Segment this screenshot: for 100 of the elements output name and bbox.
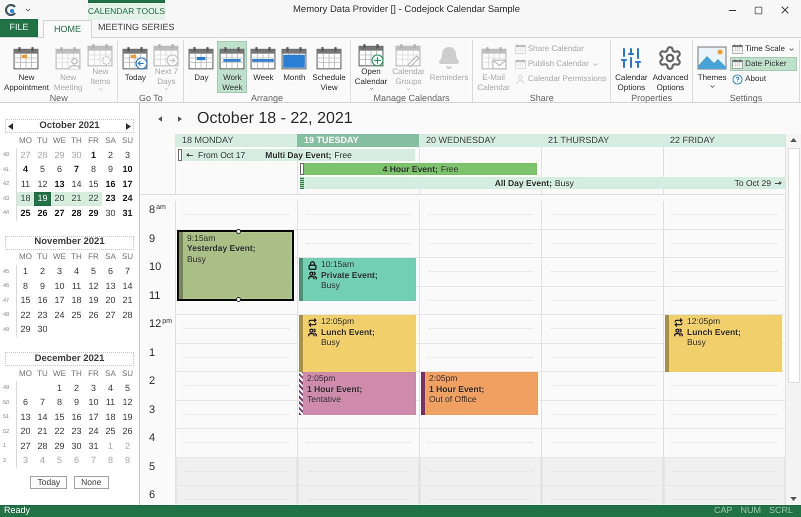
date-cell[interactable]: 9 (102, 162, 119, 177)
previous-icon[interactable] (158, 116, 162, 122)
date-cell[interactable]: 23 (102, 192, 119, 206)
date-cell[interactable]: 12 (34, 177, 51, 192)
date-cell[interactable]: 14 (34, 410, 51, 424)
ribbon-button[interactable]: Open Calendar (352, 41, 390, 93)
date-cell[interactable]: 19 (85, 294, 102, 308)
next-month-icon[interactable] (126, 122, 131, 130)
close-icon[interactable] (779, 4, 791, 16)
resize-handle[interactable] (236, 296, 240, 302)
date-cell[interactable]: 11 (17, 177, 34, 192)
date-cell[interactable]: 23 (34, 308, 51, 322)
date-cell[interactable]: 15 (51, 410, 68, 424)
date-cell[interactable]: 2 (102, 148, 119, 162)
date-cell[interactable]: 10 (85, 396, 102, 410)
date-cell[interactable]: 12 (85, 279, 102, 294)
date-cell[interactable]: 29 (51, 439, 68, 454)
ribbon-button[interactable]: Work Week (217, 41, 248, 93)
date-cell[interactable]: 7 (68, 162, 85, 177)
previous-month-icon[interactable] (8, 122, 13, 130)
date-cell[interactable]: 18 (68, 294, 85, 308)
date-cell[interactable]: 5 (119, 381, 136, 396)
all-day-event[interactable]: From Oct 17 Multi Day Event; Free (178, 149, 415, 161)
scroll-up-icon[interactable] (790, 138, 797, 142)
date-cell[interactable]: 22 (51, 424, 68, 439)
date-cell[interactable]: 22 (85, 192, 102, 206)
calendar-event[interactable]: 2:05pm 1 Hour Event; Tentative (299, 372, 416, 415)
date-cell[interactable]: 21 (119, 294, 136, 308)
ribbon-button[interactable]: Time Scale (730, 42, 797, 56)
date-cell[interactable]: 4 (102, 381, 119, 396)
date-cell[interactable]: 1 (17, 264, 34, 279)
scrollbar[interactable] (785, 134, 801, 505)
day-header[interactable]: 21 THURSDAY (541, 134, 663, 147)
ribbon-button[interactable]: New Appointment (2, 41, 51, 93)
date-cell[interactable]: 30 (102, 206, 119, 220)
date-cell[interactable]: 27 (51, 206, 68, 220)
date-cell[interactable]: 23 (68, 424, 85, 439)
date-cell[interactable]: 5 (85, 264, 102, 279)
ribbon-button[interactable]: Week (248, 41, 278, 93)
date-cell[interactable]: 4 (17, 162, 34, 177)
date-cell[interactable]: 1 (51, 381, 68, 396)
ribbon-button[interactable]: Schedule View (310, 41, 348, 93)
day-header[interactable]: 18 MONDAY (175, 134, 297, 147)
all-day-event[interactable]: All Day Event; Busy To Oct 29 (300, 177, 785, 189)
date-cell[interactable]: 7 (34, 396, 51, 410)
maximize-icon[interactable] (754, 6, 763, 14)
calendar-event[interactable]: 12:05pm Lunch Event; Busy (299, 315, 416, 372)
date-cell[interactable]: 16 (102, 177, 119, 192)
ribbon-tab[interactable]: FILE (0, 19, 38, 37)
date-cell[interactable]: 5 (34, 162, 51, 177)
date-cell[interactable]: 24 (85, 424, 102, 439)
date-cell[interactable]: 4 (68, 264, 85, 279)
date-cell[interactable]: 20 (17, 424, 34, 439)
ribbon-tab[interactable]: HOME (43, 20, 92, 38)
date-cell[interactable]: 10 (51, 279, 68, 294)
date-cell[interactable]: 10 (119, 162, 136, 177)
date-cell[interactable]: 3 (119, 148, 136, 162)
date-cell[interactable]: 20 (102, 294, 119, 308)
date-cell[interactable]: 17 (119, 177, 136, 192)
calendar-event[interactable]: 9:15am Yesterday Event; Busy (177, 230, 294, 301)
date-cell[interactable]: 28 (68, 206, 85, 220)
date-cell[interactable]: 7 (119, 264, 136, 279)
picker-button[interactable]: Today (30, 476, 68, 489)
quick-access-icon[interactable] (24, 6, 32, 14)
date-cell[interactable]: 8 (17, 279, 34, 294)
date-cell[interactable]: 2 (68, 381, 85, 396)
all-day-event[interactable]: 4 Hour Event; Free (300, 163, 537, 175)
ribbon-button[interactable]: Calendar Options (613, 41, 650, 93)
date-cell[interactable]: 18 (17, 192, 34, 206)
date-cell[interactable]: 16 (68, 410, 85, 424)
date-cell[interactable]: 29 (85, 206, 102, 220)
date-cell[interactable]: 25 (17, 206, 34, 220)
resize-handle[interactable] (236, 228, 240, 234)
date-cell[interactable]: 19 (34, 192, 51, 206)
date-cell[interactable]: 14 (119, 279, 136, 294)
date-cell[interactable]: 9 (68, 396, 85, 410)
date-cell[interactable]: 26 (34, 206, 51, 220)
date-cell[interactable]: 13 (102, 279, 119, 294)
date-cell[interactable]: 27 (17, 439, 34, 454)
date-cell[interactable]: 9 (34, 279, 51, 294)
ribbon-button[interactable]: Month (279, 41, 310, 93)
date-cell[interactable]: 27 (102, 308, 119, 322)
date-cell[interactable]: 1 (85, 148, 102, 162)
date-cell[interactable]: 21 (68, 192, 85, 206)
date-cell[interactable]: 18 (102, 410, 119, 424)
date-cell[interactable]: 15 (85, 177, 102, 192)
date-cell[interactable]: 17 (85, 410, 102, 424)
ribbon-button[interactable]: About (730, 72, 797, 86)
date-cell[interactable]: 8 (85, 162, 102, 177)
date-cell[interactable]: 14 (68, 177, 85, 192)
date-cell[interactable]: 13 (51, 177, 68, 192)
date-cell[interactable]: 8 (51, 396, 68, 410)
date-cell[interactable]: 24 (51, 308, 68, 322)
date-cell[interactable]: 26 (119, 424, 136, 439)
date-cell[interactable]: 11 (102, 396, 119, 410)
date-cell[interactable]: 16 (34, 294, 51, 308)
date-cell[interactable]: 30 (34, 322, 51, 337)
date-cell[interactable]: 30 (68, 439, 85, 454)
date-cell[interactable]: 3 (51, 264, 68, 279)
date-cell[interactable]: 25 (102, 424, 119, 439)
